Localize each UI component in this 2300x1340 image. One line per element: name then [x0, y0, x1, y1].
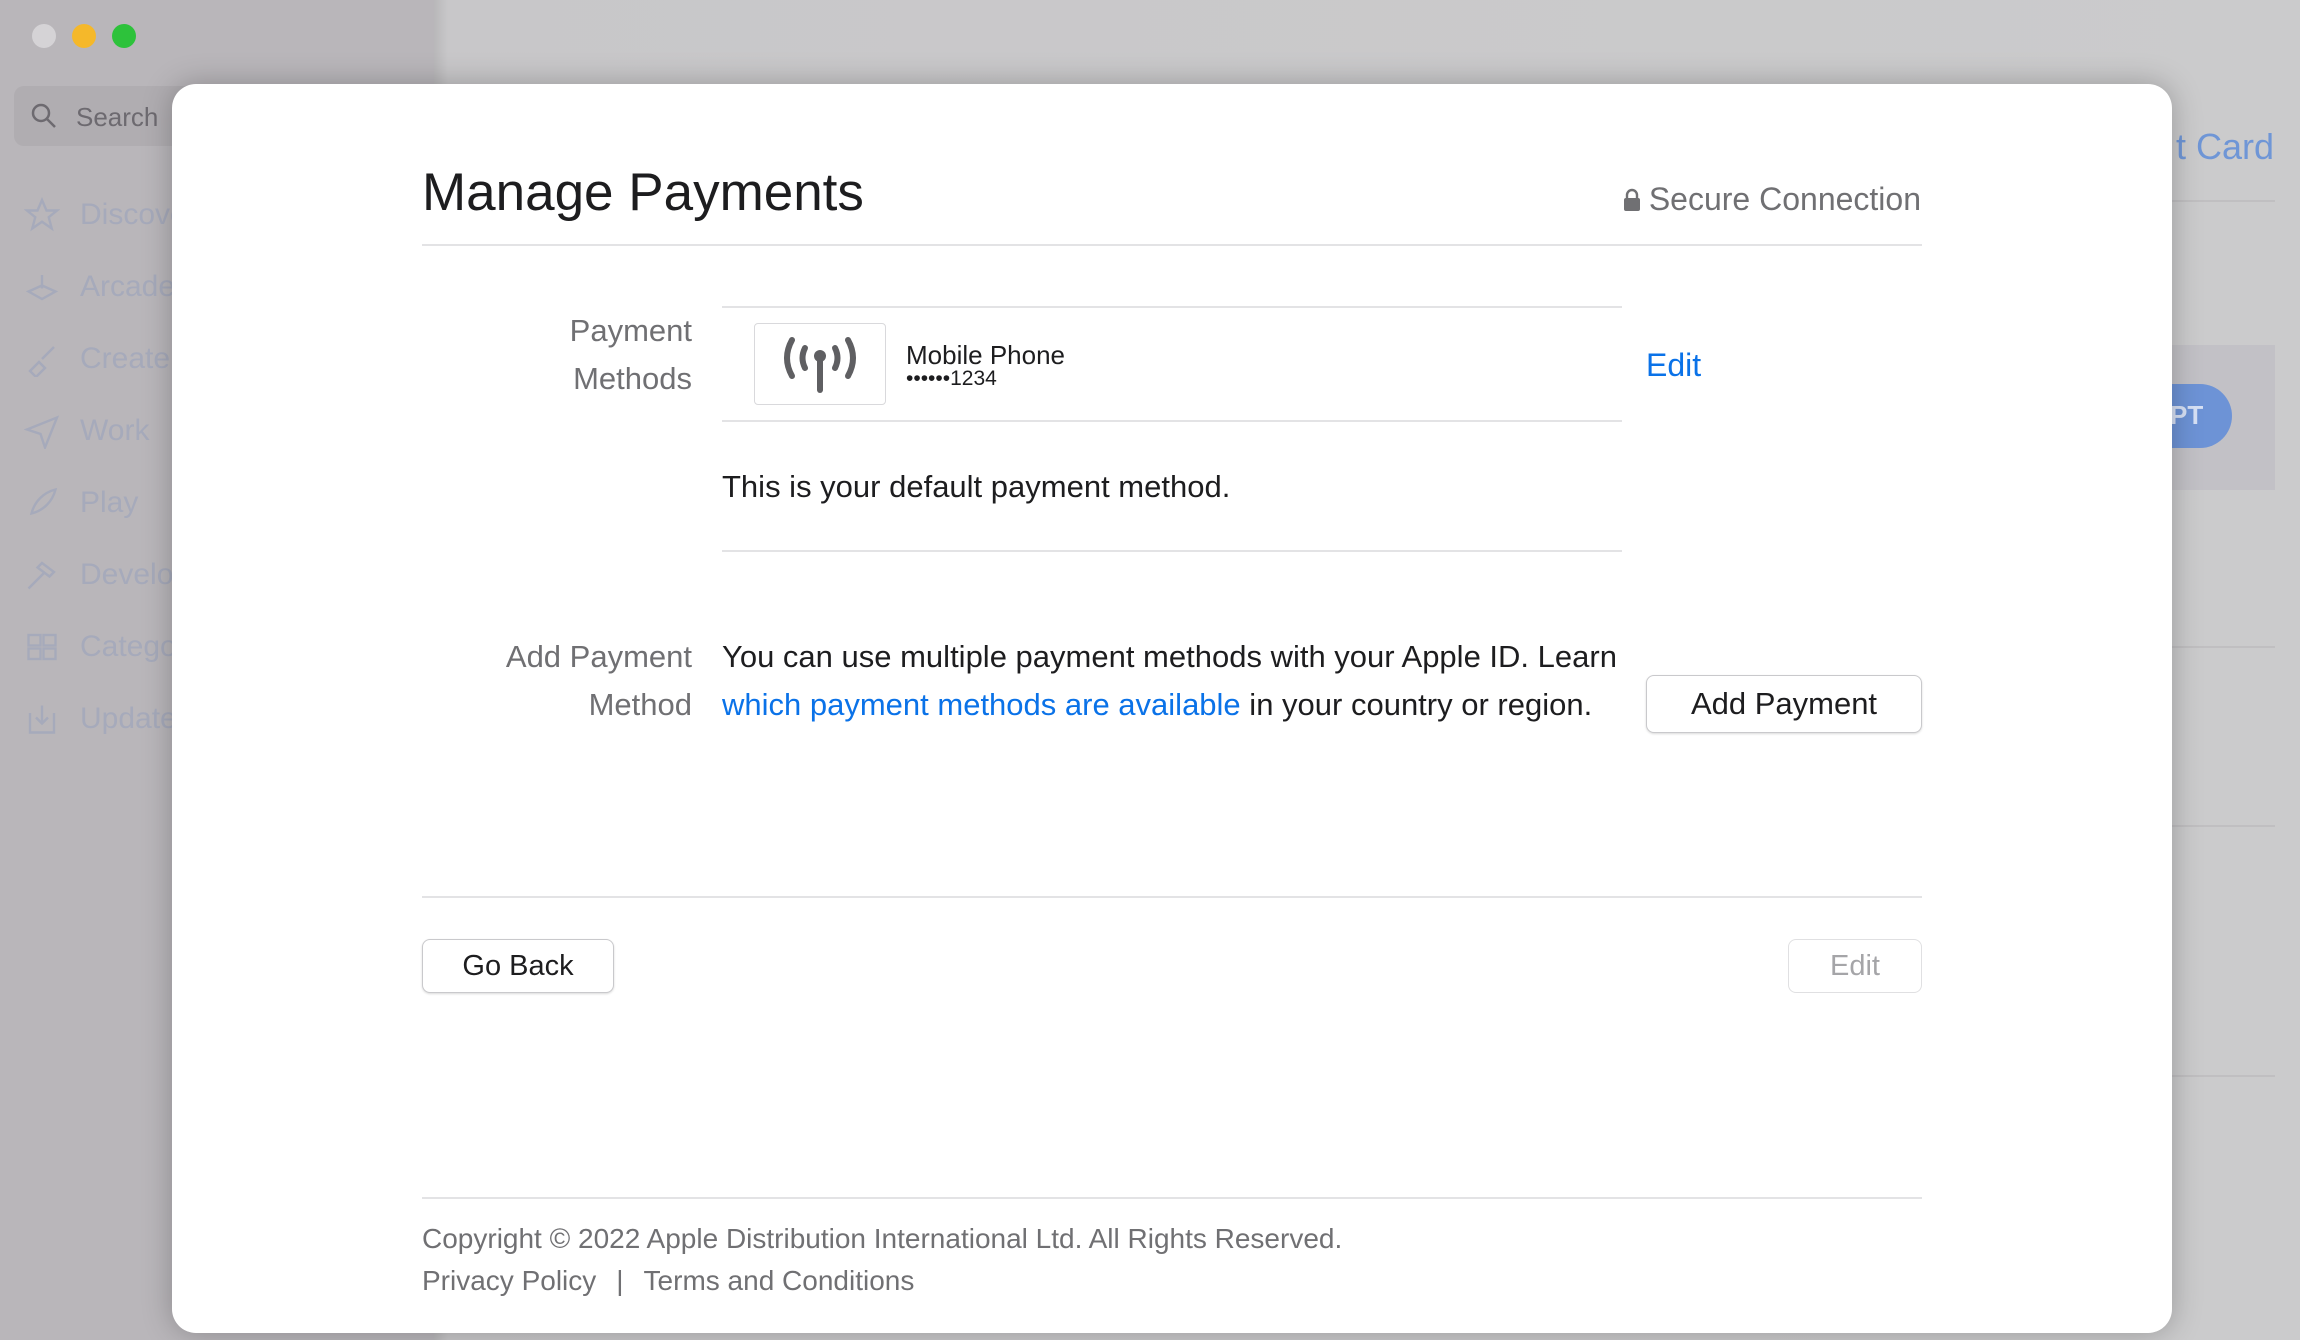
background-title: t Card [2176, 126, 2275, 167]
star-icon [24, 197, 60, 232]
sidebar-item-arcade[interactable]: Arcade [24, 262, 175, 312]
terms-link[interactable]: Terms and Conditions [644, 1265, 915, 1297]
rocket-icon [29, 487, 58, 516]
footer-links: Privacy Policy | Terms and Conditions [422, 1265, 914, 1297]
add-payment-button[interactable]: Add Payment [1646, 675, 1922, 733]
copyright: Copyright © 2022 Apple Distribution Inte… [422, 1223, 1343, 1254]
footer-separator: | [616, 1265, 624, 1296]
sidebar-item-work[interactable]: Work [24, 406, 149, 456]
payment-method-icon-box [754, 323, 886, 405]
lock-icon [1623, 188, 1640, 211]
minimize-button[interactable] [72, 24, 96, 48]
sidebar-item-develop[interactable]: Develop [24, 550, 190, 600]
search-icon [31, 103, 56, 128]
add-payment-method-label: Add Payment Method [505, 639, 692, 722]
edit-button: Edit [1788, 939, 1922, 993]
sidebar-item-create[interactable]: Create [24, 334, 170, 384]
close-button[interactable] [32, 24, 56, 48]
hammer-icon [27, 561, 56, 590]
maximize-button[interactable] [112, 24, 136, 48]
privacy-policy-link[interactable]: Privacy Policy [422, 1265, 596, 1297]
manage-payments-dialog: Manage Payments Secure Connection Paymen… [172, 84, 2172, 1333]
page-title: Manage Payments [422, 163, 864, 222]
add-payment-description: You can use multiple payment methods wit… [722, 639, 1617, 722]
payment-method-number: ••••••1234 [906, 367, 997, 390]
antenna-icon [784, 337, 856, 393]
sidebar-item-updates[interactable]: Updates [24, 694, 192, 744]
grid-icon [27, 633, 57, 661]
payment-methods-label: Payment Methods [569, 313, 692, 396]
paintbrush-icon [28, 346, 55, 377]
secure-connection: Secure Connection [1623, 181, 1921, 218]
joystick-icon [25, 275, 59, 301]
edit-payment-link[interactable]: Edit [1646, 347, 1701, 384]
available-methods-link[interactable]: which payment methods are available [722, 687, 1241, 722]
default-payment-note: This is your default payment method. [722, 469, 1231, 504]
go-back-button[interactable]: Go Back [422, 939, 614, 993]
sidebar-item-discover[interactable]: Discover [24, 190, 197, 240]
download-icon [28, 705, 56, 734]
paperplane-icon [24, 415, 60, 449]
sidebar-item-play[interactable]: Play [24, 478, 138, 528]
